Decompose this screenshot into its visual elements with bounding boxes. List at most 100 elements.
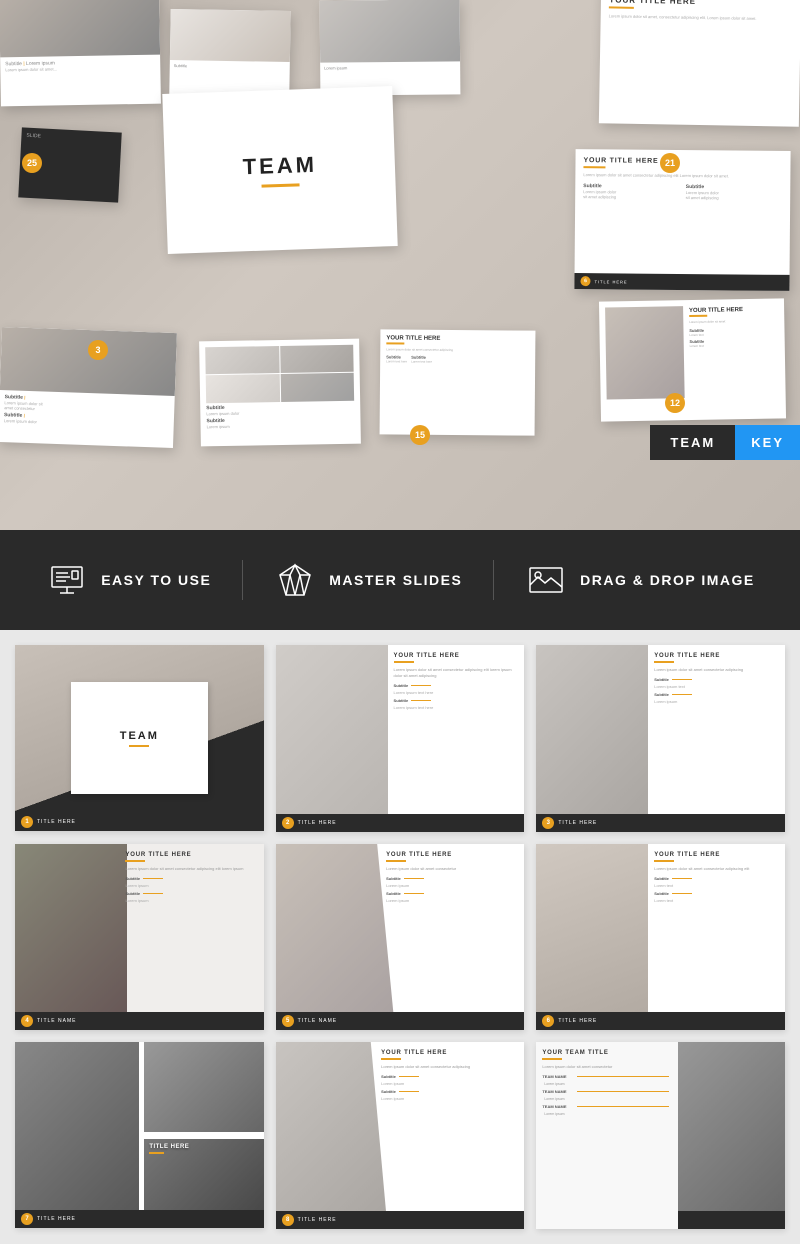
master-slides-label: MASTER SLIDES <box>329 572 462 588</box>
grid-slide-6: YOUR TITLE HERE Lorem ipsum dolor sit am… <box>536 844 785 1031</box>
slide-card-bottom3: YOUR TITLE HERE Lorem ipsum dolor sit am… <box>380 329 536 435</box>
slide3-title: YOUR TITLE HERE <box>654 653 779 659</box>
slide2-num: 2 <box>282 817 294 829</box>
slide1-badge: 1 TITLE HERE <box>15 813 264 831</box>
slide2-title: YOUR TITLE HERE <box>394 653 519 659</box>
presentation-svg <box>48 561 86 599</box>
slide-card-bottom2: Subtitle Lorem ipsum dolor Subtitle Lore… <box>199 339 361 447</box>
slide8-text: TITLE HERE <box>298 1217 337 1223</box>
slide-card-top3: Lorem ipsum <box>320 0 461 96</box>
slide8-content: YOUR TITLE HERE Lorem ipsum dolor sit am… <box>375 1042 524 1229</box>
slide8-num: 8 <box>282 1214 294 1226</box>
slide2-sub1: Subtitle <box>394 683 519 688</box>
slide6-num: 6 <box>542 1015 554 1027</box>
slide9-content: YOUR TEAM TITLE Lorem ipsum dolor sit am… <box>536 1042 678 1229</box>
grid-slide-4: YOUR TITLE HERE Lorem ipsum dolor sit am… <box>15 844 264 1030</box>
slide4-num: 4 <box>21 1015 33 1027</box>
slide4-title: YOUR TITLE HERE <box>125 852 257 858</box>
slide8-diag-img <box>276 1042 388 1229</box>
slide-number-25: 25 <box>22 153 42 173</box>
slides-grid-section: TEAM 1 TITLE HERE YOUR TITLE HERE Lorem … <box>0 630 800 1244</box>
slide3-left-img <box>536 645 648 832</box>
diamond-svg <box>276 561 314 599</box>
center-underline <box>262 183 300 187</box>
slide4-person-img <box>15 844 127 1030</box>
slide8-badge: 8 TITLE HERE <box>276 1211 525 1229</box>
slide-number-15: 15 <box>410 425 430 445</box>
slide7-img-right-top <box>144 1042 263 1132</box>
slide5-badge: 5 TITLE NAME <box>276 1012 525 1030</box>
slide9-name-row1: TEAM NAME <box>542 1074 672 1079</box>
badge-team-label: TEAM <box>650 425 735 460</box>
slide2-sub2: Subtitle <box>394 698 519 703</box>
grid-slide-7: TITLE HERE 7 TITLE HERE <box>15 1042 264 1228</box>
slide1-num: 1 <box>21 816 33 828</box>
slide9-title: YOUR TEAM TITLE <box>542 1050 672 1056</box>
slide7-num: 7 <box>21 1213 33 1225</box>
slide3-num: 3 <box>542 817 554 829</box>
image-icon <box>524 558 568 602</box>
feature-master-slides: MASTER SLIDES <box>273 558 462 602</box>
slide-number-21: 21 <box>660 153 680 173</box>
slide-card-top1: Subtitle | Lorem ipsum Lorem ipsum dolor… <box>0 0 161 106</box>
hero-section: 25 21 3 15 12 Subtitle | Lorem ipsum Lor… <box>0 0 800 530</box>
slide6-text: TITLE HERE <box>558 1018 597 1024</box>
features-bar: EASY TO USE MASTER SLIDES <box>0 530 800 630</box>
slide5-title: YOUR TITLE HERE <box>386 852 518 858</box>
slide2-content: YOUR TITLE HERE Lorem ipsum dolor sit am… <box>276 645 525 832</box>
slide6-title: YOUR TITLE HERE <box>654 852 779 858</box>
slide6-badge: 6 TITLE HERE <box>536 1012 785 1030</box>
grid-slide-1: TEAM 1 TITLE HERE <box>15 645 264 831</box>
slides-grid: TEAM 1 TITLE HERE YOUR TITLE HERE Lorem … <box>15 645 785 1229</box>
feature-easy-to-use: EASY TO USE <box>45 558 211 602</box>
slide3-text: TITLE HERE <box>558 820 597 826</box>
team-logo-bg: TEAM <box>15 645 264 831</box>
diamond-icon <box>273 558 317 602</box>
slide7-text: TITLE HERE <box>37 1216 76 1222</box>
slide7-wrap: TITLE HERE <box>15 1042 264 1228</box>
slide5-num: 5 <box>282 1015 294 1027</box>
slide-card-top2: Subtitle <box>169 9 290 96</box>
slide9-wrap: YOUR TEAM TITLE Lorem ipsum dolor sit am… <box>536 1042 785 1229</box>
slide-number-12: 12 <box>665 393 685 413</box>
slide4-badge: 4 TITLE NAME <box>15 1012 264 1030</box>
team-logo-inner: TEAM <box>71 682 208 794</box>
grid-slide-5: YOUR TITLE HERE Lorem ipsum dolor sit am… <box>276 844 525 1031</box>
slide7-img-left <box>15 1042 139 1228</box>
slide4-text: TITLE NAME <box>37 1018 76 1024</box>
slide3-content: YOUR TITLE HERE Lorem ipsum dolor sit am… <box>536 645 785 832</box>
feature-drag-drop: DRAG & DROP IMAGE <box>524 558 755 602</box>
slide5-diagonal: YOUR TITLE HERE Lorem ipsum dolor sit am… <box>276 844 525 1031</box>
drag-drop-label: DRAG & DROP IMAGE <box>580 572 755 588</box>
slide5-content: YOUR TITLE HERE Lorem ipsum dolor sit am… <box>380 844 524 1031</box>
slide4-wrap: YOUR TITLE HERE Lorem ipsum dolor sit am… <box>15 844 264 1030</box>
slide8-title: YOUR TITLE HERE <box>381 1050 518 1056</box>
slide8-wrap: YOUR TITLE HERE Lorem ipsum dolor sit am… <box>276 1042 525 1229</box>
slide9-person-img <box>673 1042 785 1229</box>
slide2-right: YOUR TITLE HERE Lorem ipsum dolor sit am… <box>388 645 525 832</box>
slide3-line <box>654 661 674 663</box>
team-key-badge: TEAM KEY <box>650 425 800 460</box>
slide-card-center: TEAM <box>162 86 397 254</box>
slide6-right: YOUR TITLE HERE Lorem ipsum dolor sit am… <box>648 844 785 1031</box>
slide7-badge: 7 TITLE HERE <box>15 1210 264 1228</box>
slide1-text: TITLE HERE <box>37 819 76 825</box>
slide-card-right1: YOUR TITLE HERE Lorem ipsum dolor sit am… <box>574 149 790 291</box>
slide-card-right-top: YOUR TITLE HERE Lorem ipsum dolor sit am… <box>599 0 800 127</box>
grid-slide-3: YOUR TITLE HERE Lorem ipsum dolor sit am… <box>536 645 785 832</box>
feature-divider-1 <box>242 560 243 600</box>
slide2-text: TITLE HERE <box>298 820 337 826</box>
grid-slide-2: YOUR TITLE HERE Lorem ipsum dolor sit am… <box>276 645 525 832</box>
slide2-badge: 2 TITLE HERE <box>276 814 525 832</box>
slide-card-right2: YOUR TITLE HERE Lorem ipsum dolor sit am… <box>599 298 786 421</box>
team-logo-title: TEAM <box>120 730 159 742</box>
slide3-text: Lorem ipsum dolor sit amet consectetur a… <box>654 667 779 673</box>
grid-slide-9: YOUR TEAM TITLE Lorem ipsum dolor sit am… <box>536 1042 785 1229</box>
slide5-text: TITLE NAME <box>298 1018 337 1024</box>
slide5-diag-img <box>276 844 395 1031</box>
slide2-text: Lorem ipsum dolor sit amet consectetur a… <box>394 667 519 679</box>
slide6-content: YOUR TITLE HERE Lorem ipsum dolor sit am… <box>536 844 785 1031</box>
slide3-right: YOUR TITLE HERE Lorem ipsum dolor sit am… <box>648 645 785 832</box>
slide3-badge: 3 TITLE HERE <box>536 814 785 832</box>
slide2-left-img <box>276 645 388 832</box>
